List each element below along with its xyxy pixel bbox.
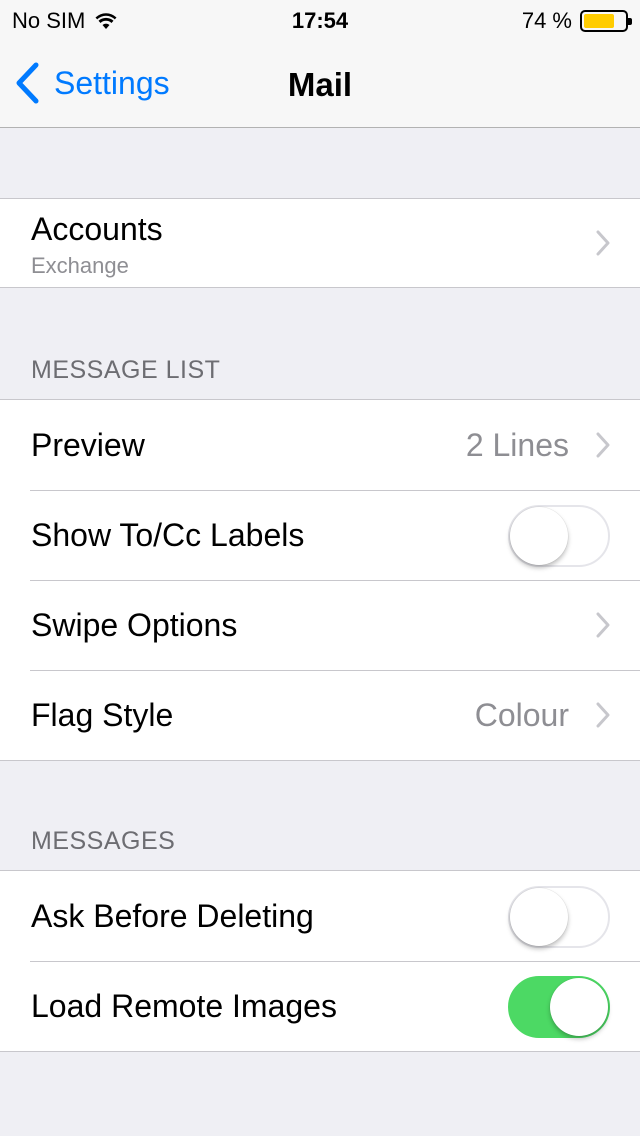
section-header-messages: MESSAGES xyxy=(31,827,176,855)
load-remote-images-row: Load Remote Images xyxy=(0,961,640,1051)
messages-group: Ask Before Deleting Load Remote Images xyxy=(0,870,640,1052)
chevron-right-icon xyxy=(596,230,610,256)
show-to-cc-row: Show To/Cc Labels xyxy=(0,490,640,580)
status-bar: No SIM 17:54 74 % xyxy=(0,0,640,40)
ask-before-deleting-toggle[interactable] xyxy=(508,886,610,948)
ask-before-deleting-label: Ask Before Deleting xyxy=(31,898,314,934)
chevron-right-icon xyxy=(596,612,610,638)
navigation-bar: Settings Mail xyxy=(0,40,640,128)
flag-style-label: Flag Style xyxy=(31,697,174,733)
battery-tip xyxy=(628,18,632,25)
status-right: 74 % xyxy=(521,8,632,34)
accounts-group: Accounts Exchange xyxy=(0,198,640,288)
flag-style-row[interactable]: Flag Style Colour xyxy=(0,670,640,760)
swipe-options-label: Swipe Options xyxy=(31,607,238,643)
chevron-right-icon xyxy=(596,702,610,728)
load-remote-images-label: Load Remote Images xyxy=(31,988,337,1024)
section-header-message-list: MESSAGE LIST xyxy=(31,356,221,384)
flag-style-value: Colour xyxy=(474,697,569,733)
chevron-right-icon xyxy=(596,432,610,458)
accounts-label: Accounts xyxy=(31,211,163,247)
toggle-knob xyxy=(550,978,608,1036)
page-title: Mail xyxy=(287,66,353,103)
show-to-cc-label: Show To/Cc Labels xyxy=(31,517,305,553)
ask-before-deleting-row: Ask Before Deleting xyxy=(0,871,640,961)
show-to-cc-toggle[interactable] xyxy=(508,505,610,567)
toggle-knob xyxy=(510,507,568,565)
accounts-subtitle: Exchange xyxy=(31,253,129,278)
accounts-row[interactable]: Accounts Exchange xyxy=(0,199,640,287)
message-list-group: Preview 2 Lines Show To/Cc Labels Swipe … xyxy=(0,399,640,761)
toggle-knob xyxy=(510,888,568,946)
battery-fill xyxy=(584,14,614,28)
preview-label: Preview xyxy=(31,427,145,463)
battery-icon xyxy=(580,10,632,32)
swipe-options-row[interactable]: Swipe Options xyxy=(0,580,640,670)
preview-row[interactable]: Preview 2 Lines xyxy=(0,400,640,490)
load-remote-images-toggle[interactable] xyxy=(508,976,610,1038)
battery-percentage: 74 % xyxy=(521,8,572,33)
preview-value: 2 Lines xyxy=(465,427,569,463)
